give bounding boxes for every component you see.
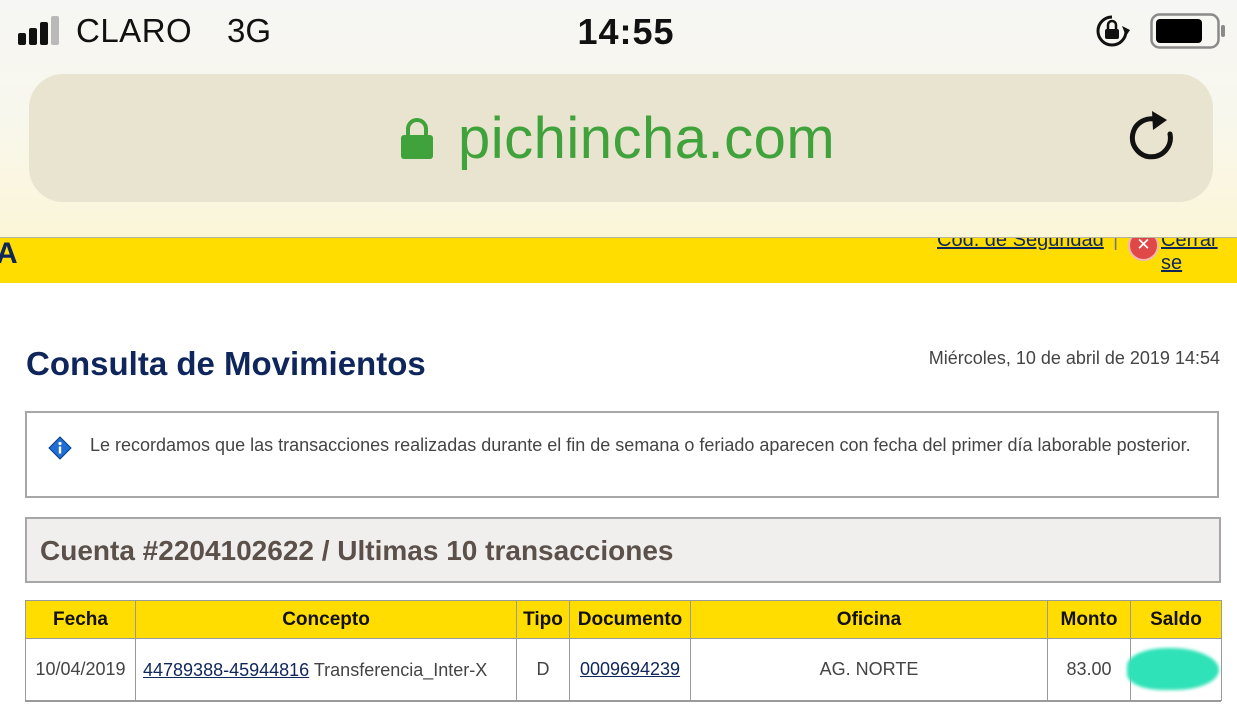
column-header-monto[interactable]: Monto — [1047, 600, 1131, 639]
page-datetime: Miércoles, 10 de abril de 2019 14:54 — [928, 348, 1220, 368]
document-link[interactable]: 0009694239 — [580, 659, 680, 679]
transaction-description: Transferencia_Inter-X — [309, 659, 488, 680]
column-header-fecha[interactable]: Fecha — [25, 600, 136, 639]
cell-oficina: AG. NORTE — [690, 638, 1048, 701]
status-time: 14:55 — [577, 11, 675, 52]
status-bar: CLARO 3G 14:55 — [0, 0, 1237, 64]
header-separator: | — [1113, 237, 1119, 251]
column-header-concepto[interactable]: Concepto — [135, 600, 517, 639]
browser-chrome: CLARO 3G 14:55 pichincha.com — [0, 0, 1237, 238]
rotation-lock-icon — [1096, 15, 1130, 47]
brand-logo-fragment: A — [0, 237, 18, 270]
security-code-link[interactable]: Cód. de Seguridad — [937, 237, 1104, 252]
transactions-table: Fecha Concepto Tipo Documento Oficina Mo… — [25, 600, 1222, 701]
cell-documento: 0009694239 — [569, 638, 691, 701]
redaction-mark — [1127, 648, 1219, 690]
url-text[interactable]: pichincha.com — [458, 105, 835, 172]
cell-fecha: 10/04/2019 — [25, 638, 136, 701]
close-session-link[interactable]: Cerrar se — [1161, 237, 1237, 275]
transaction-reference-link[interactable]: 44789388-45944816 — [143, 660, 309, 680]
table-row: 10/04/2019 44789388-45944816 Transferenc… — [25, 638, 1222, 701]
battery-icon — [1150, 13, 1225, 49]
close-session-icon[interactable]: ✕ — [1128, 237, 1159, 261]
column-header-tipo[interactable]: Tipo — [516, 600, 570, 639]
info-notice: Le recordamos que las transacciones real… — [25, 411, 1219, 498]
account-panel: Cuenta #2204102622 / Ultimas 10 transacc… — [25, 517, 1221, 583]
address-bar[interactable]: pichincha.com — [29, 74, 1213, 202]
notice-text: Le recordamos que las transacciones real… — [90, 435, 1191, 455]
column-header-oficina[interactable]: Oficina — [690, 600, 1048, 639]
reload-icon[interactable] — [1126, 110, 1180, 166]
account-title: Cuenta #2204102622 / Ultimas 10 transacc… — [40, 535, 674, 566]
column-header-documento[interactable]: Documento — [569, 600, 691, 639]
cell-concepto: 44789388-45944816 Transferencia_Inter-X — [135, 638, 517, 701]
column-header-saldo[interactable]: Saldo — [1130, 600, 1222, 639]
page-title: Consulta de Movimientos — [26, 345, 426, 382]
table-header-row: Fecha Concepto Tipo Documento Oficina Mo… — [25, 600, 1222, 639]
lock-icon — [401, 118, 433, 159]
cell-monto: 83.00 — [1047, 638, 1131, 701]
info-icon — [48, 436, 72, 460]
site-header: A Cód. de Seguridad | ✕ Cerrar se — [0, 237, 1237, 283]
cell-tipo: D — [516, 638, 570, 701]
next-table-row — [25, 701, 1221, 706]
